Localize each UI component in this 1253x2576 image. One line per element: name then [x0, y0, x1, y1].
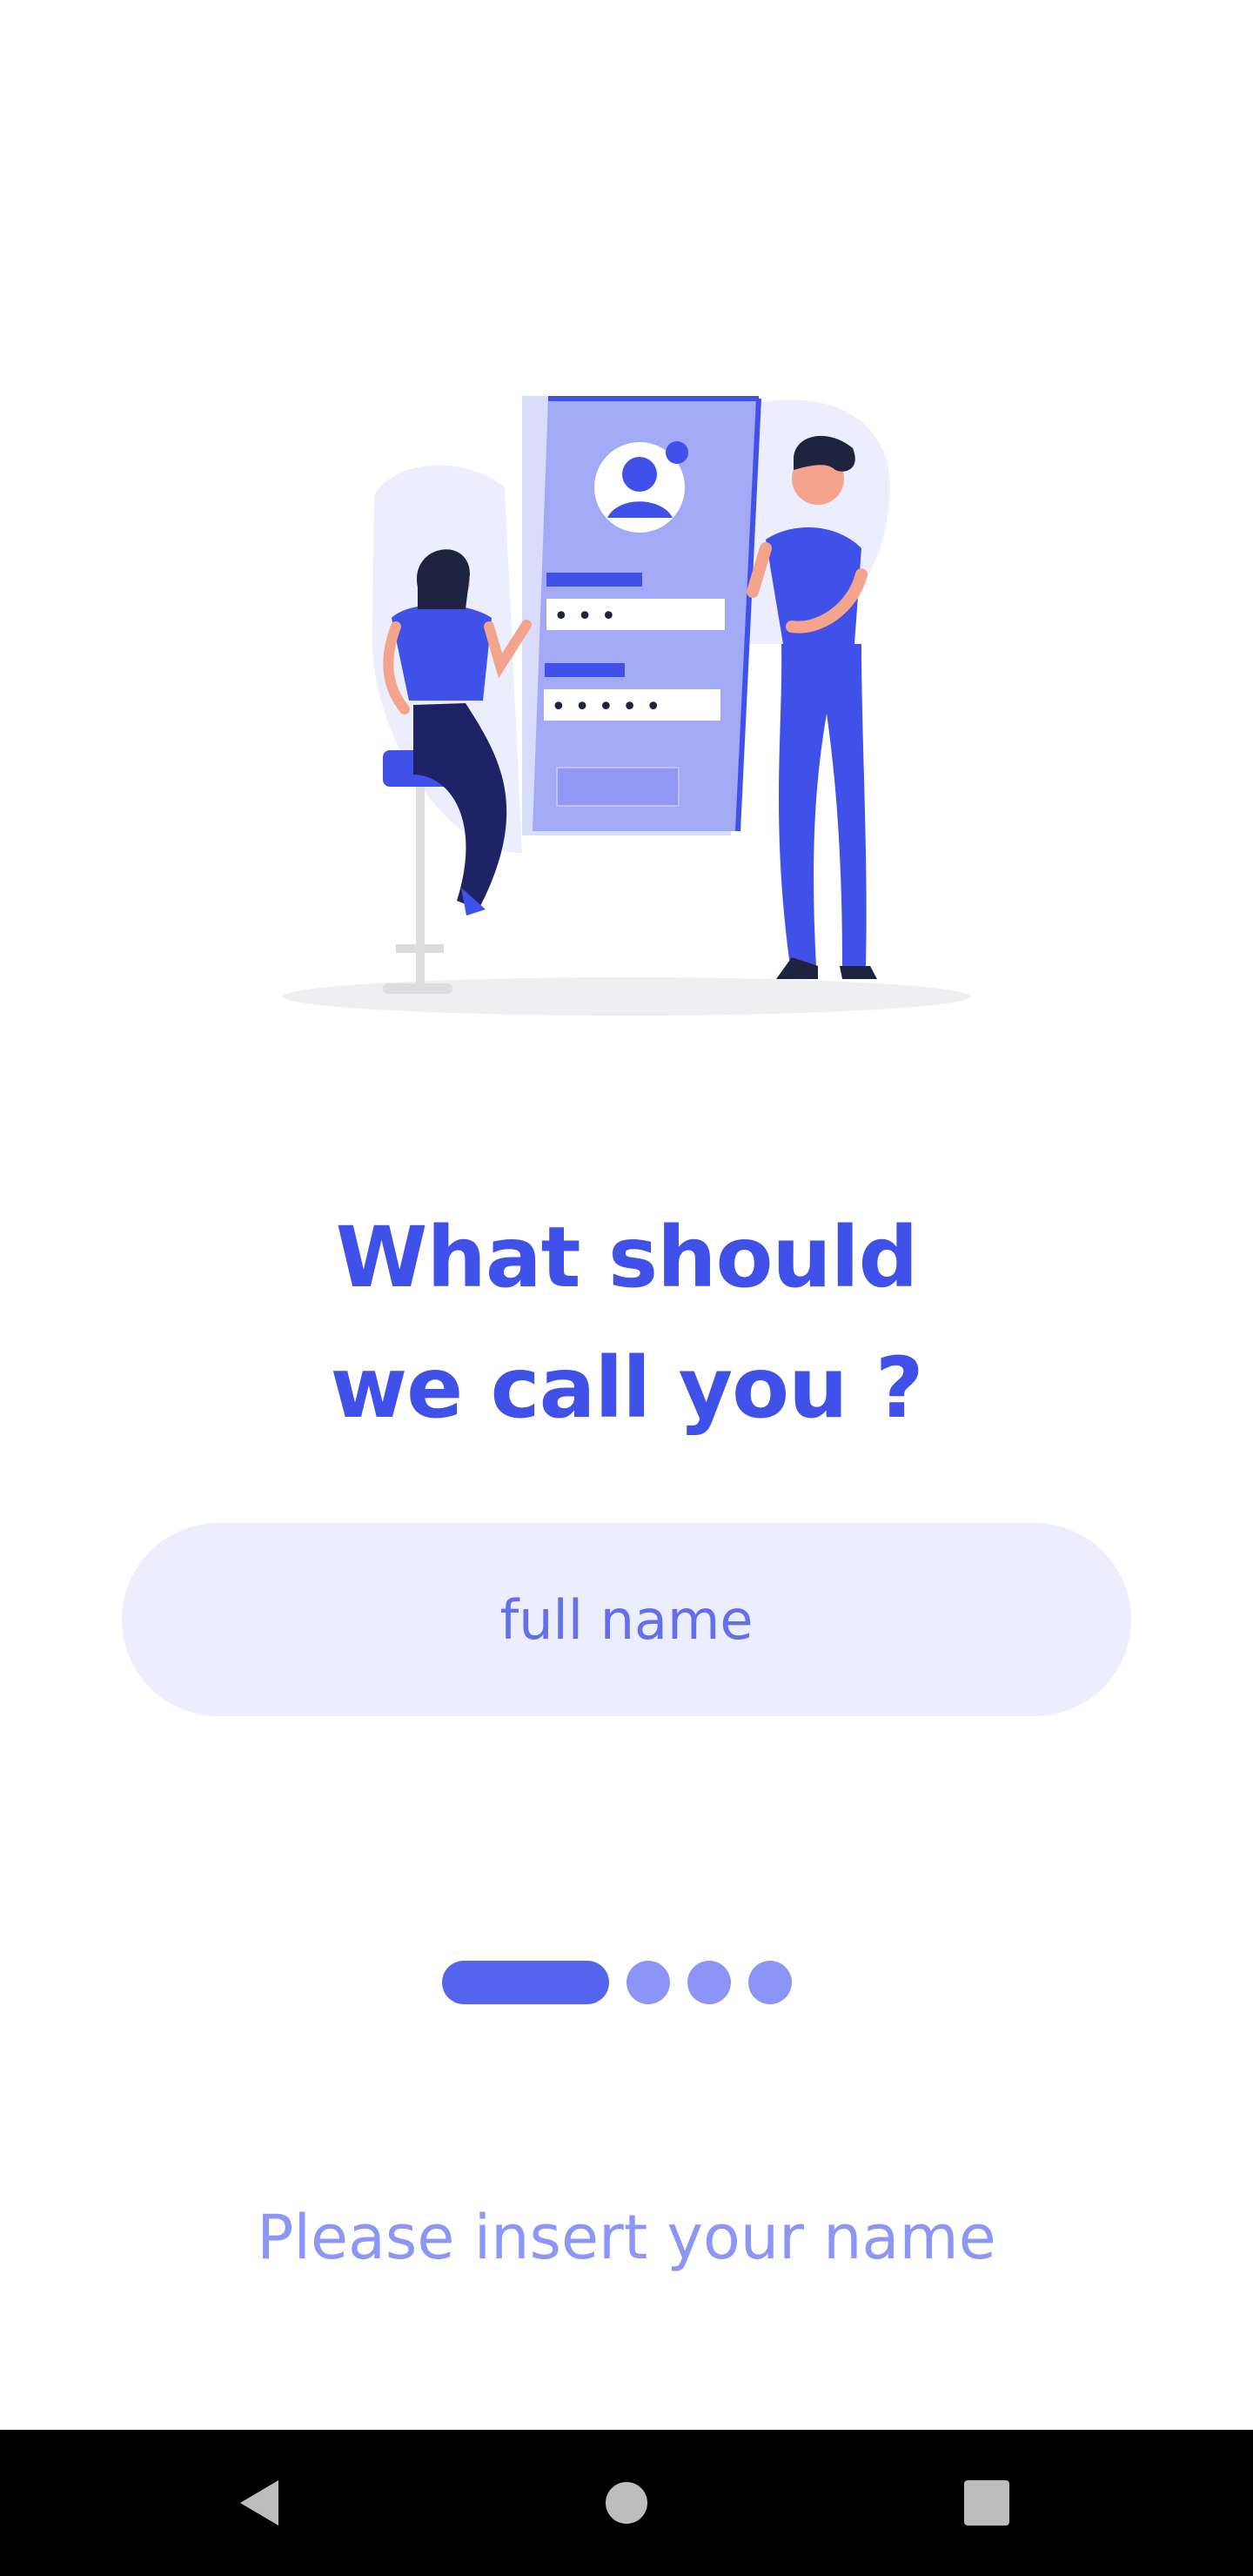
recents-button[interactable] [900, 2430, 1074, 2576]
page-title-line-1: What should [335, 1209, 919, 1306]
back-triangle-icon [240, 2480, 278, 2526]
recents-square-icon [964, 2480, 1009, 2526]
pager-dot-3 [687, 1961, 731, 2004]
pager-dot-2 [626, 1961, 670, 2004]
page-title: What should we call you ? [0, 1192, 1253, 1453]
back-button[interactable] [174, 2430, 348, 2576]
pager-indicator [442, 1961, 792, 2004]
home-button[interactable] [539, 2430, 714, 2576]
home-circle-icon [606, 2482, 647, 2524]
hint-text: Please insert your name [257, 2202, 996, 2273]
system-navigation-bar [0, 2430, 1253, 2576]
pager-dot-1-active [442, 1961, 609, 2004]
password-mask-2: • • • • • [551, 692, 661, 722]
pager-dot-4 [748, 1961, 792, 2004]
page-title-line-2: we call you ? [330, 1339, 923, 1437]
full-name-input[interactable] [122, 1523, 1131, 1716]
password-mask-1: • • • [553, 601, 616, 632]
login-illustration: • • • • • • • • [283, 396, 970, 1016]
